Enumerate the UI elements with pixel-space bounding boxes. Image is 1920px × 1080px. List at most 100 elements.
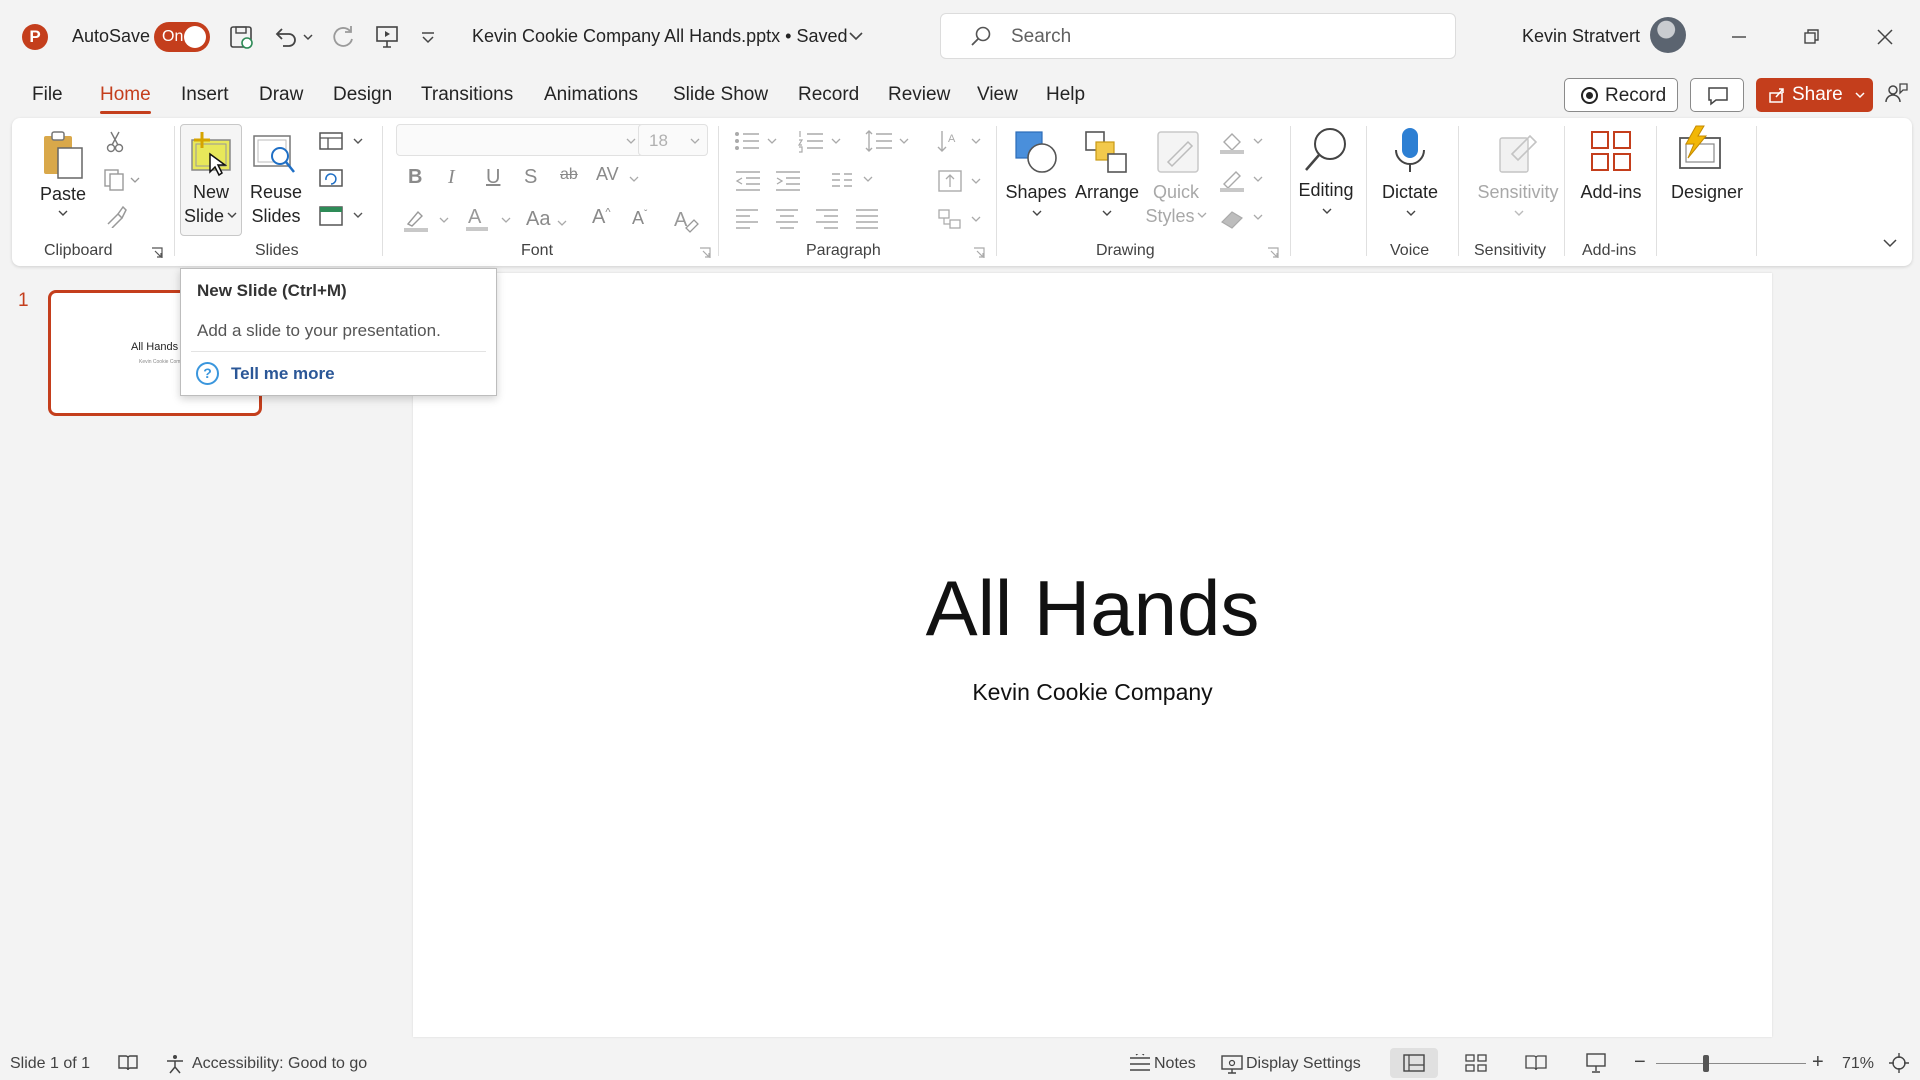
increase-font-size-icon[interactable]: A^ <box>592 206 611 229</box>
shape-fill-icon[interactable] <box>1218 128 1268 156</box>
chevron-down-icon[interactable] <box>226 210 238 222</box>
justify-icon[interactable] <box>854 206 880 230</box>
slide-subtitle[interactable]: Kevin Cookie Company <box>413 679 1772 706</box>
paste-label[interactable]: Paste <box>40 182 86 206</box>
shapes-icon[interactable] <box>1012 128 1060 176</box>
chevron-down-icon[interactable] <box>1512 208 1526 220</box>
slide-sorter-icon[interactable] <box>1464 1053 1488 1073</box>
decrease-indent-icon[interactable] <box>734 168 764 192</box>
copy-icon[interactable] <box>102 168 142 192</box>
autosave-toggle[interactable]: On <box>154 22 210 52</box>
add-ins-label[interactable]: Add-ins <box>1576 180 1646 204</box>
line-spacing-icon[interactable] <box>864 128 914 154</box>
chevron-down-icon[interactable] <box>1854 89 1866 101</box>
italic-icon[interactable]: I <box>448 166 455 189</box>
font-color-icon[interactable]: A <box>464 204 518 234</box>
zoom-slider[interactable] <box>1656 1063 1806 1064</box>
cut-icon[interactable] <box>104 130 126 154</box>
shape-outline-icon[interactable] <box>1218 166 1268 194</box>
chevron-down-icon[interactable] <box>1196 210 1208 222</box>
smartart-icon[interactable] <box>936 206 986 232</box>
tab-home[interactable]: Home <box>100 84 151 114</box>
align-right-icon[interactable] <box>814 206 840 230</box>
avatar[interactable] <box>1650 17 1686 53</box>
strikethrough-icon[interactable]: ab <box>560 166 578 184</box>
layout-icon[interactable] <box>318 130 368 154</box>
slide-canvas[interactable]: All Hands Kevin Cookie Company <box>413 273 1772 1037</box>
dialog-launcher-icon[interactable] <box>972 246 986 260</box>
tab-view[interactable]: View <box>977 84 1018 106</box>
paste-icon[interactable] <box>40 130 86 180</box>
character-spacing-icon[interactable]: AV <box>596 164 619 185</box>
undo-icon[interactable] <box>270 22 300 52</box>
arrange-icon[interactable] <box>1082 128 1130 176</box>
coauthor-icon[interactable] <box>1882 80 1910 108</box>
fit-to-window-icon[interactable] <box>1888 1052 1910 1074</box>
sensitivity-label[interactable]: Sensitivity <box>1466 180 1570 204</box>
tab-transitions[interactable]: Transitions <box>421 84 513 106</box>
highlight-color-icon[interactable] <box>402 206 456 234</box>
zoom-level[interactable]: 71% <box>1842 1055 1874 1073</box>
display-settings-icon[interactable] <box>1220 1053 1244 1075</box>
tab-draw[interactable]: Draw <box>259 84 303 106</box>
align-left-icon[interactable] <box>734 206 760 230</box>
increase-indent-icon[interactable] <box>774 168 804 192</box>
normal-view-icon[interactable] <box>1402 1053 1426 1073</box>
slide-title[interactable]: All Hands <box>413 563 1772 654</box>
new-slide-icon[interactable] <box>188 130 234 178</box>
dialog-launcher-icon[interactable] <box>1266 246 1280 260</box>
new-slide-label-2[interactable]: Slide <box>182 204 226 228</box>
zoom-slider-thumb[interactable] <box>1703 1055 1709 1072</box>
dialog-launcher-icon[interactable] <box>698 246 712 260</box>
chevron-down-icon[interactable] <box>1404 208 1418 220</box>
format-painter-icon[interactable] <box>104 204 128 228</box>
tab-file[interactable]: File <box>32 84 63 106</box>
quick-styles-label-1[interactable]: Quick <box>1146 180 1206 204</box>
dictate-label[interactable]: Dictate <box>1378 180 1442 204</box>
document-title[interactable]: Kevin Cookie Company All Hands.pptx • Sa… <box>472 26 848 47</box>
reuse-slides-label-1[interactable]: Reuse <box>248 180 304 204</box>
comments-button[interactable] <box>1690 78 1744 112</box>
record-button[interactable]: Record <box>1564 78 1678 112</box>
display-settings-button[interactable]: Display Settings <box>1246 1055 1361 1073</box>
reuse-slides-label-2[interactable]: Slides <box>248 204 304 228</box>
numbering-icon[interactable] <box>796 128 846 154</box>
share-button[interactable]: Share <box>1756 78 1873 112</box>
tab-insert[interactable]: Insert <box>181 84 229 106</box>
redo-icon[interactable] <box>328 22 358 52</box>
zoom-out-icon[interactable]: − <box>1634 1051 1646 1074</box>
reset-slide-icon[interactable] <box>318 166 344 190</box>
chevron-down-icon[interactable] <box>1030 208 1044 220</box>
decrease-font-size-icon[interactable]: Aˇ <box>632 208 647 229</box>
help-icon[interactable]: ? <box>196 362 219 385</box>
chevron-down-icon[interactable] <box>628 174 640 186</box>
tab-help[interactable]: Help <box>1046 84 1085 106</box>
shape-effects-icon[interactable] <box>1218 204 1268 232</box>
restore-icon[interactable] <box>1796 22 1826 52</box>
shapes-label[interactable]: Shapes <box>1004 180 1068 204</box>
present-icon[interactable] <box>372 22 402 52</box>
quick-styles-icon[interactable] <box>1154 128 1202 178</box>
columns-icon[interactable] <box>830 168 880 192</box>
search-input[interactable]: Search <box>940 13 1456 59</box>
slide-show-icon[interactable] <box>1584 1052 1608 1074</box>
minimize-icon[interactable] <box>1724 22 1754 52</box>
save-icon[interactable] <box>226 22 256 52</box>
clear-formatting-icon[interactable]: A <box>672 206 700 234</box>
designer-label[interactable]: Designer <box>1664 180 1750 204</box>
dialog-launcher-icon[interactable] <box>150 246 164 260</box>
tab-design[interactable]: Design <box>333 84 392 106</box>
user-name[interactable]: Kevin Stratvert <box>1522 26 1640 47</box>
notes-icon[interactable] <box>1128 1054 1152 1074</box>
designer-icon[interactable] <box>1676 124 1728 174</box>
arrange-label[interactable]: Arrange <box>1070 180 1144 204</box>
undo-dropdown-icon[interactable] <box>300 22 316 52</box>
shadow-icon[interactable]: S <box>524 166 537 189</box>
slide-count[interactable]: Slide 1 of 1 <box>10 1055 90 1073</box>
chevron-down-icon[interactable] <box>56 208 70 220</box>
new-slide-label-1[interactable]: New <box>186 180 236 204</box>
chevron-down-icon[interactable] <box>556 218 568 230</box>
align-text-icon[interactable] <box>936 168 986 194</box>
tab-slide-show[interactable]: Slide Show <box>673 84 768 106</box>
accessibility-status[interactable]: Accessibility: Good to go <box>192 1055 367 1073</box>
